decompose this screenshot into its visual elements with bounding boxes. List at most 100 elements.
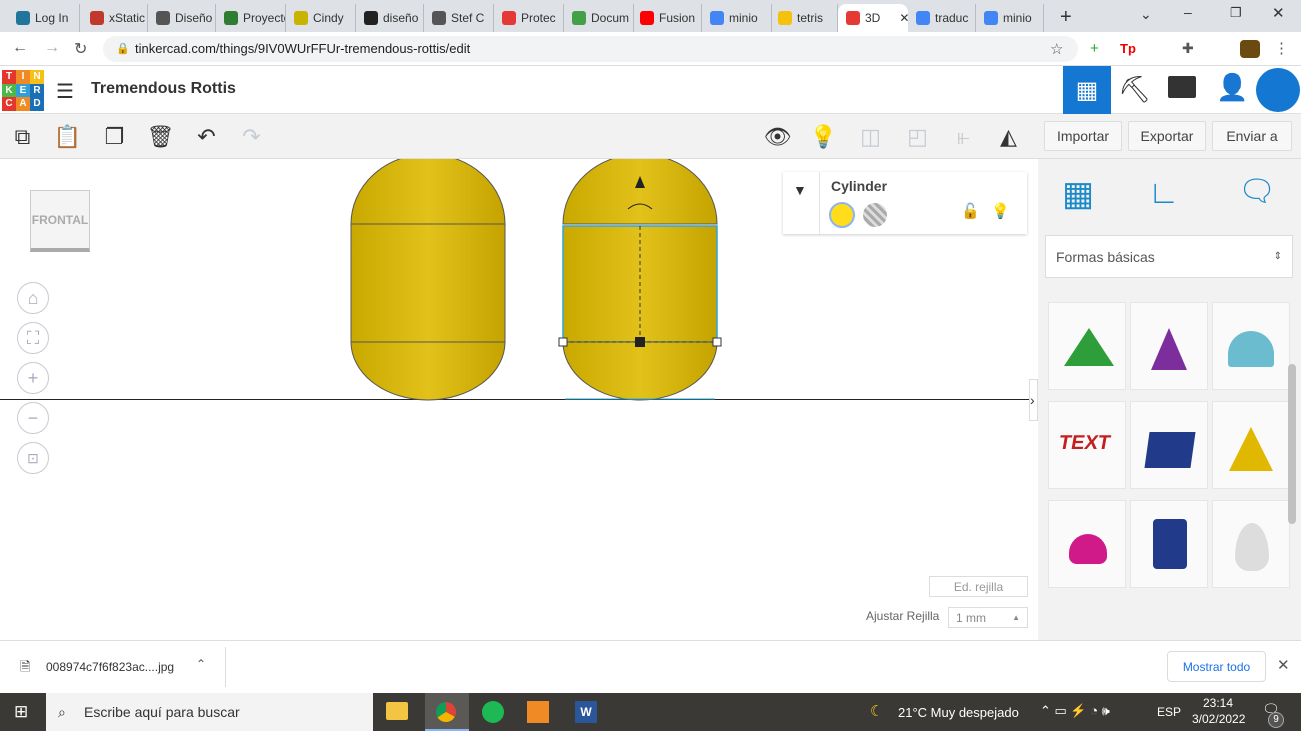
fusion-icon[interactable] [527, 701, 549, 723]
browser-tab[interactable]: Protec [494, 4, 564, 32]
undo-icon[interactable]: ↶ [184, 114, 229, 159]
lock-icon[interactable]: 🔓 [961, 202, 980, 220]
snap-grid-select[interactable]: 1 mm ▲ [948, 607, 1028, 628]
design-title[interactable]: Tremendous Rottis [91, 80, 236, 98]
browser-tab[interactable]: tetris [770, 4, 838, 32]
language[interactable]: ESP [1157, 705, 1181, 719]
close-download-bar-icon[interactable]: ✕ [1277, 656, 1290, 674]
star-icon[interactable]: ☆ [1050, 40, 1063, 58]
extension-plus-icon[interactable]: + [1090, 40, 1099, 57]
view-cube[interactable]: FRONTAL [30, 190, 90, 252]
workplane[interactable]: FRONTAL ⌂ ⛶ + − ⊡ ▼ Cylinder 🔓 💡 › Ed. r… [0, 159, 1038, 640]
file-explorer-icon[interactable] [386, 702, 408, 720]
url-input[interactable]: tinkercad.com/things/9IV0WUrFFUr-tremend… [103, 36, 1078, 62]
shape-half-sphere[interactable] [1048, 500, 1126, 588]
menu-icon[interactable]: ⋮ [1274, 39, 1289, 57]
list-icon[interactable]: ☰ [56, 79, 74, 104]
zoom-in-button[interactable]: + [17, 362, 49, 394]
shape-hexagonal-prism[interactable] [1130, 500, 1208, 588]
notes-eye-icon[interactable]: 👁 [755, 114, 800, 159]
perspective-button[interactable]: ⊡ [17, 442, 49, 474]
extensions-icon[interactable]: ✚ [1182, 40, 1194, 57]
tab-search-button[interactable]: ⌄ [1140, 6, 1152, 23]
windows-start-icon[interactable]: ⊞ [14, 702, 28, 722]
tray-icons[interactable]: ⌃ ▭ ⚡ ◔ 🕪 [1040, 703, 1110, 719]
clock-date[interactable]: 3/02/2022 [1192, 712, 1245, 726]
tinkercad-logo[interactable]: TINKERCAD [2, 70, 44, 111]
profile-avatar[interactable] [1240, 40, 1260, 58]
browser-tab[interactable]: Cindy [286, 4, 356, 32]
import-button[interactable]: Importar [1044, 121, 1122, 151]
edit-grid-button[interactable]: Ed. rejilla [929, 576, 1028, 597]
ungroup-icon[interactable]: ◰ [895, 114, 940, 159]
fit-view-button[interactable]: ⛶ [17, 322, 49, 354]
paste-icon[interactable]: 📋 [45, 114, 90, 159]
group-icon[interactable]: ◫ [848, 114, 893, 159]
browser-tab[interactable]: Log In [8, 4, 80, 32]
taskbar-search-input[interactable]: ⌕ Escribe aquí para buscar [46, 693, 373, 731]
shape-round-roof[interactable] [1212, 302, 1290, 390]
duplicate-icon[interactable]: ❐ [92, 114, 137, 159]
send-to-button[interactable]: Enviar a [1212, 121, 1292, 151]
browser-tab[interactable]: xStatic [82, 4, 148, 32]
minimize-button[interactable]: – [1184, 4, 1192, 20]
shape-category-select[interactable]: Formas básicas ⇕ [1045, 235, 1293, 278]
browser-tab[interactable]: Diseño [148, 4, 216, 32]
mirror-icon[interactable]: ◭ [986, 114, 1031, 159]
3d-view-button[interactable]: ▦ [1063, 66, 1111, 114]
maximize-button[interactable]: ❐ [1230, 5, 1242, 21]
chevron-up-icon[interactable]: ⌃ [196, 657, 206, 671]
add-user-icon[interactable]: 👤 [1216, 72, 1248, 103]
workplane-grid-icon[interactable]: ▦ [1062, 174, 1094, 214]
spotify-icon[interactable] [482, 701, 504, 723]
clock-time[interactable]: 23:14 [1203, 696, 1233, 710]
close-tab-icon[interactable]: ✕ [899, 11, 908, 25]
chrome-taskbar-button[interactable] [425, 693, 469, 731]
delete-icon[interactable]: 🗑 [138, 114, 183, 159]
close-window-button[interactable]: ✕ [1272, 4, 1285, 22]
browser-tab[interactable]: Stef C [424, 4, 494, 32]
export-button[interactable]: Exportar [1128, 121, 1206, 151]
redo-icon[interactable]: ↷ [229, 114, 274, 159]
browser-tab[interactable]: diseño [356, 4, 424, 32]
browser-tab[interactable]: Proyecto [216, 4, 286, 32]
browser-tab[interactable]: traduc [908, 4, 976, 32]
weather-text[interactable]: 21°C Muy despejado [898, 705, 1019, 720]
word-icon[interactable]: W [575, 701, 597, 723]
lightbulb-icon[interactable]: 💡 [991, 202, 1010, 220]
reload-button[interactable]: ↻ [74, 39, 87, 59]
back-button[interactable]: ← [12, 39, 28, 57]
shape-paraboloid[interactable] [1212, 500, 1290, 588]
copy-icon[interactable]: ⧉ [0, 114, 45, 159]
extension-tp-icon[interactable]: Tp [1120, 41, 1136, 56]
user-avatar[interactable] [1256, 68, 1300, 112]
solid-color-button[interactable] [829, 202, 855, 228]
collapse-panel-button[interactable]: › [1029, 379, 1038, 421]
align-icon[interactable]: ⫦ [941, 114, 986, 159]
shape-roof[interactable] [1048, 302, 1126, 390]
browser-tab[interactable]: Docum [564, 4, 634, 32]
shapes-scene[interactable] [340, 159, 740, 409]
show-all-button[interactable]: Mostrar todo [1167, 651, 1266, 682]
shape-text[interactable]: TEXT [1048, 401, 1126, 489]
download-file[interactable]: 008974c7f6f823ac....jpg [46, 660, 174, 674]
bricks-icon[interactable] [1168, 76, 1196, 98]
pickaxe-icon[interactable]: ⛏ [1118, 74, 1151, 105]
hole-button[interactable] [863, 203, 887, 227]
browser-tab[interactable]: minio [702, 4, 772, 32]
shape-polygon-box[interactable] [1130, 401, 1208, 489]
browser-tab[interactable]: 3D ✕ [838, 4, 908, 32]
zoom-out-button[interactable]: − [17, 402, 49, 434]
collapse-inspector-icon[interactable]: ▼ [793, 182, 807, 198]
new-tab-button[interactable]: + [1060, 6, 1072, 29]
notes-icon[interactable]: 🗨 [1238, 174, 1276, 209]
browser-tab[interactable]: minio [976, 4, 1044, 32]
shape-cone[interactable] [1130, 302, 1208, 390]
forward-button[interactable]: → [44, 39, 60, 57]
browser-tab[interactable]: Fusion [632, 4, 702, 32]
panel-scrollbar[interactable] [1288, 364, 1296, 524]
lightbulb-icon[interactable]: 💡 [801, 114, 846, 159]
home-view-button[interactable]: ⌂ [17, 282, 49, 314]
shape-pyramid[interactable] [1212, 401, 1290, 489]
ruler-icon[interactable]: ∟ [1148, 174, 1179, 211]
